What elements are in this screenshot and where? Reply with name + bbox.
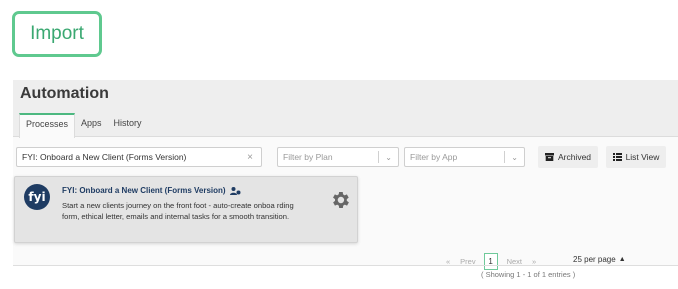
archived-button[interactable]: Archived <box>538 146 598 168</box>
current-page-button[interactable]: 1 <box>483 252 498 270</box>
chevron-down-icon[interactable]: ⌄ <box>511 153 524 162</box>
divider <box>13 265 678 266</box>
list-view-button[interactable]: List View <box>606 146 666 168</box>
select-divider <box>504 151 506 163</box>
caret-up-icon: ▲ <box>618 256 626 263</box>
gear-icon[interactable] <box>329 189 351 211</box>
import-button[interactable]: Import <box>12 11 102 57</box>
per-page-label: 25 per page <box>573 255 616 264</box>
filter-plan-placeholder: Filter by Plan <box>283 152 333 162</box>
process-search-input[interactable]: FYI: Onboard a New Client (Forms Version… <box>16 147 262 167</box>
filter-app-placeholder: Filter by App <box>410 152 458 162</box>
panel-header: Automation Processes Apps History <box>13 80 678 138</box>
filter-by-app-select[interactable]: Filter by App ⌄ <box>404 147 525 167</box>
archive-icon <box>544 153 554 161</box>
list-view-icon <box>612 153 622 161</box>
search-value: FYI: Onboard a New Client (Forms Version… <box>22 152 187 162</box>
tab-apps[interactable]: Apps <box>75 113 108 137</box>
per-page-select[interactable]: 25 per page ▲ <box>573 255 626 264</box>
process-description: Start a new clients journey on the front… <box>62 201 294 221</box>
tab-bar: Processes Apps History <box>13 113 148 138</box>
select-divider <box>378 151 380 163</box>
entries-summary: ( Showing 1 - 1 of 1 entries ) <box>481 270 576 279</box>
page-title: Automation <box>20 85 109 102</box>
process-card-title-row: FYI: Onboard a New Client (Forms Version… <box>62 186 241 195</box>
users-icon <box>229 186 241 195</box>
tab-processes[interactable]: Processes <box>19 113 76 138</box>
archived-label: Archived <box>557 152 592 162</box>
process-title[interactable]: FYI: Onboard a New Client (Forms Version… <box>62 186 226 195</box>
filter-by-plan-select[interactable]: Filter by Plan ⌄ <box>277 147 399 167</box>
fyi-logo-icon: fyi <box>24 184 50 210</box>
tab-history[interactable]: History <box>108 113 148 137</box>
chevron-down-icon[interactable]: ⌄ <box>385 153 398 162</box>
clear-icon[interactable]: × <box>247 152 261 163</box>
automation-panel: Automation Processes Apps History FYI: O… <box>13 80 678 279</box>
pagination: « Prev 1 Next » <box>446 252 536 270</box>
list-view-label: List View <box>625 152 660 162</box>
process-card[interactable]: fyi FYI: Onboard a New Client (Forms Ver… <box>14 176 358 243</box>
